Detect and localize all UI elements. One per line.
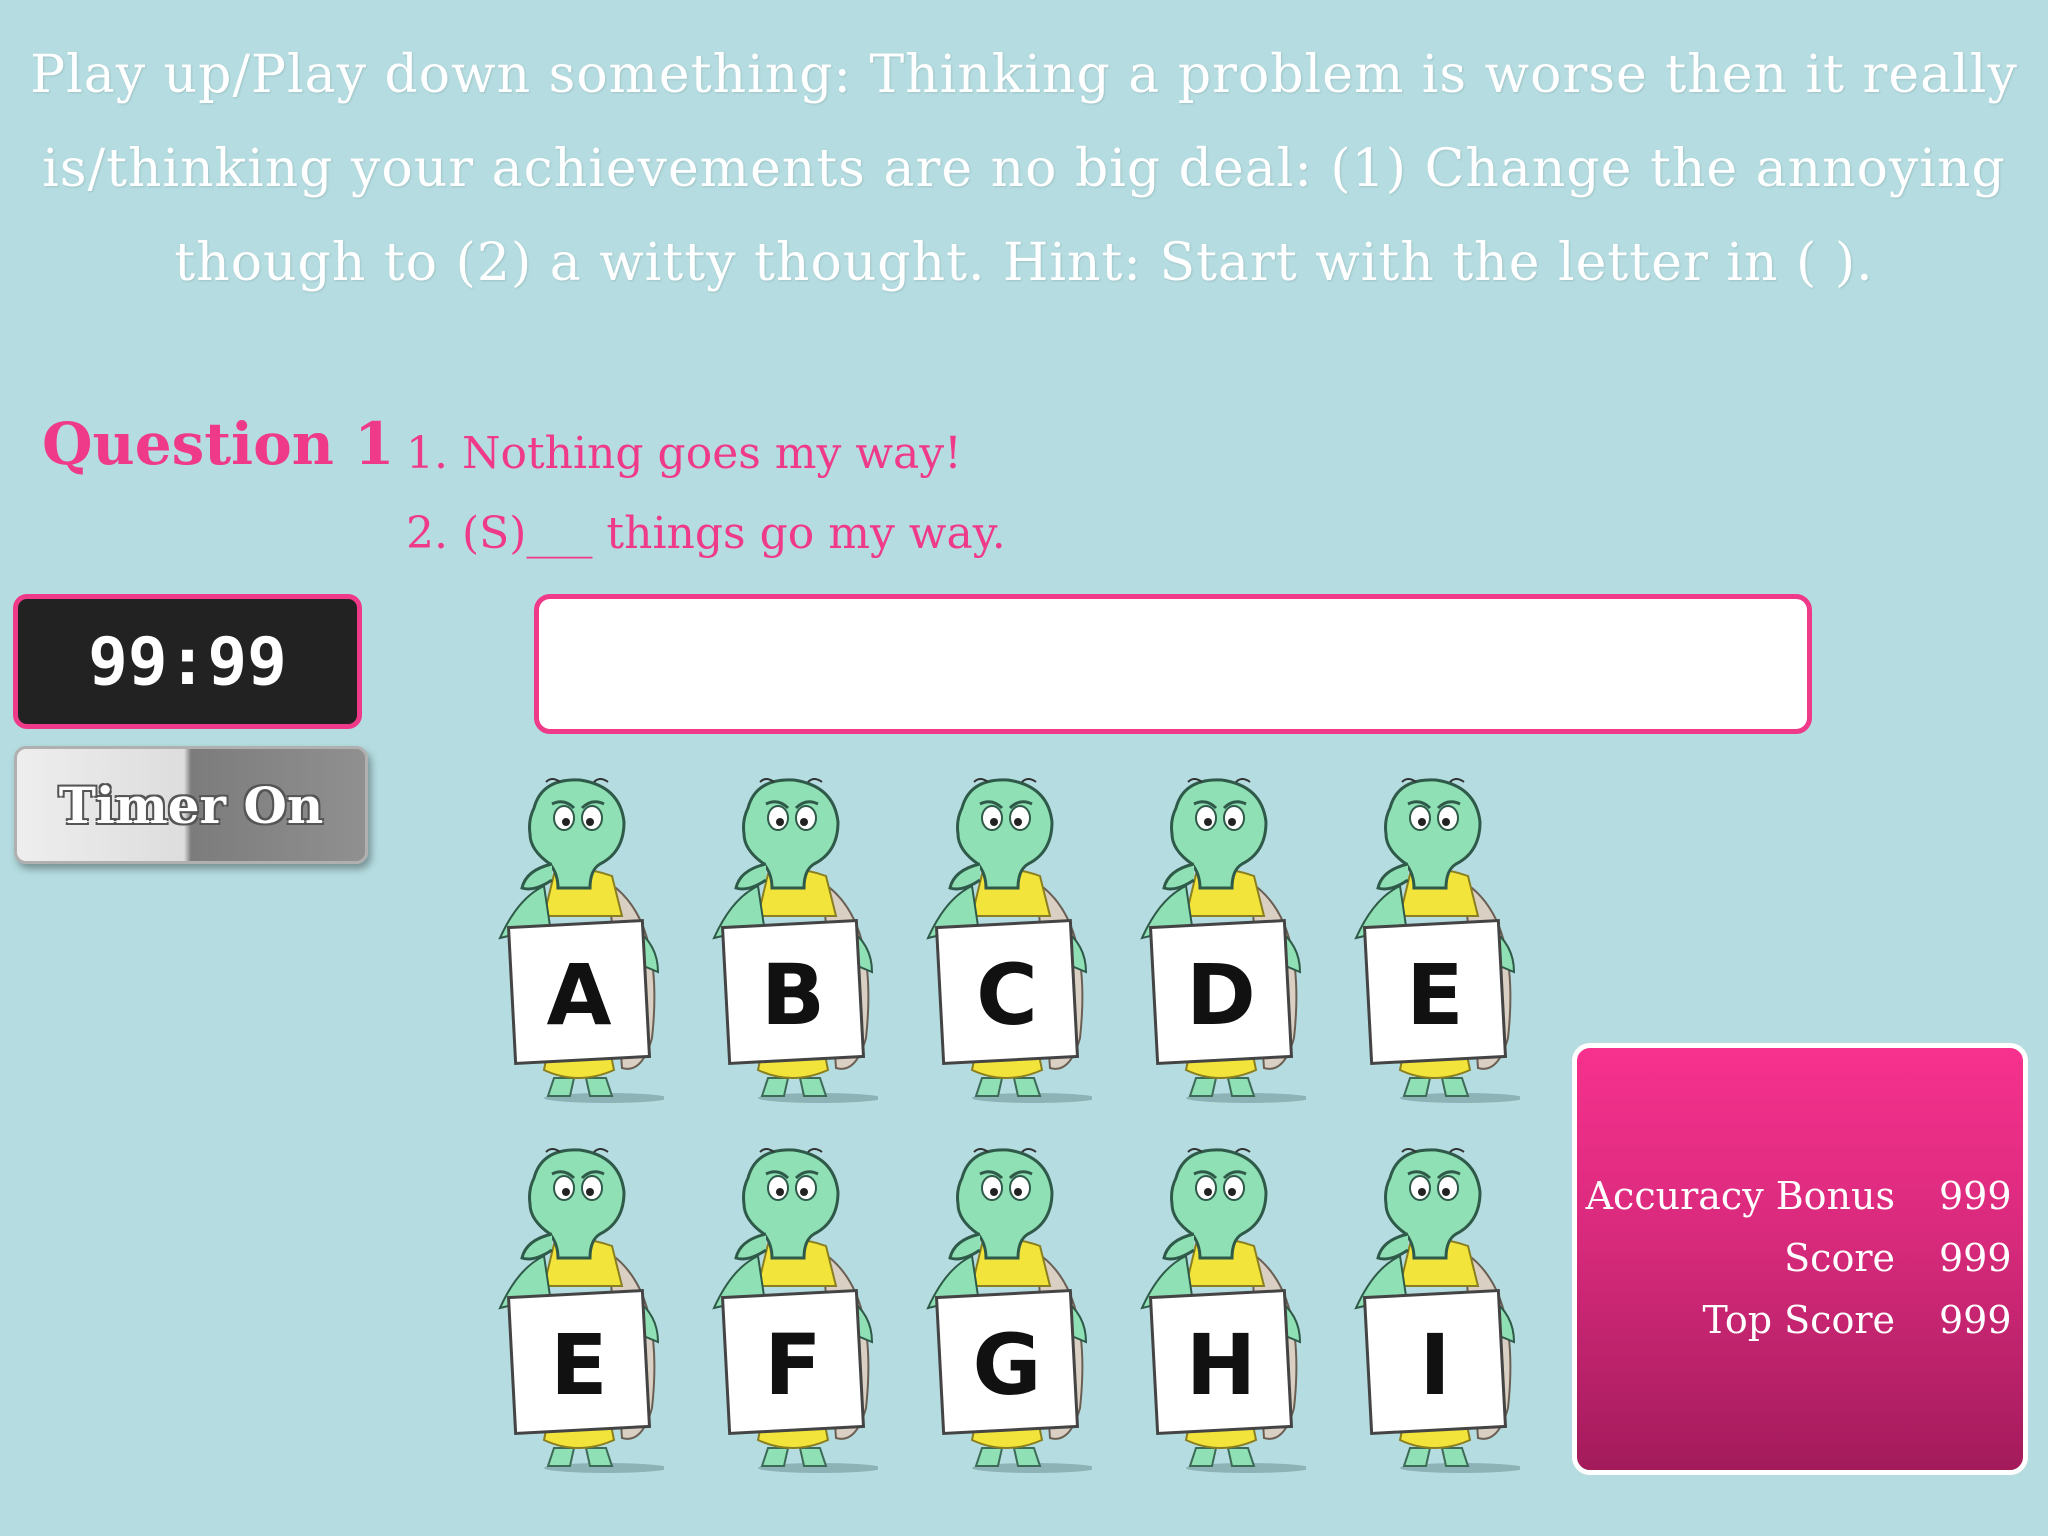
top-score-row: Top Score 999 — [1702, 1298, 2012, 1342]
question-label: Question 1 — [42, 410, 395, 478]
answer-input[interactable] — [534, 594, 1812, 734]
letter-option: I — [1419, 1316, 1451, 1414]
turtle-letter-card[interactable]: H — [1136, 1148, 1306, 1478]
accuracy-bonus-row: Accuracy Bonus 999 — [1585, 1174, 2012, 1218]
timer-toggle-label: Timer On — [58, 775, 324, 835]
timer-display: 99:99 — [13, 594, 362, 729]
letter-option: F — [764, 1316, 822, 1414]
letter-option: G — [972, 1316, 1042, 1414]
turtle-letter-card[interactable]: F — [708, 1148, 878, 1478]
letter-option: D — [1186, 946, 1256, 1044]
turtle-letter-card[interactable]: E — [494, 1148, 664, 1478]
prompt-line-annoying: 1. Nothing goes my way! — [406, 428, 962, 479]
letter-option: E — [1406, 946, 1464, 1044]
turtle-letter-card[interactable]: E — [1350, 778, 1520, 1108]
score-label: Score — [1784, 1236, 1895, 1280]
turtle-letter-card[interactable]: B — [708, 778, 878, 1108]
accuracy-bonus-value: 999 — [1939, 1174, 2012, 1218]
letter-option: H — [1185, 1316, 1257, 1414]
turtle-letter-card[interactable]: C — [922, 778, 1092, 1108]
instructions-text: Play up/Play down something: Thinking a … — [30, 45, 2018, 293]
top-score-value: 999 — [1939, 1298, 2012, 1342]
letter-option: E — [550, 1316, 608, 1414]
letter-option: B — [760, 946, 826, 1044]
score-row: Score 999 — [1784, 1236, 2012, 1280]
turtle-letter-card[interactable]: I — [1350, 1148, 1520, 1478]
timer-toggle-button[interactable]: Timer On — [14, 746, 368, 864]
prompt-line-witty: 2. (S)___ things go my way. — [406, 508, 1006, 559]
accuracy-bonus-label: Accuracy Bonus — [1585, 1174, 1895, 1218]
turtle-letter-card[interactable]: D — [1136, 778, 1306, 1108]
turtle-letter-card[interactable]: A — [494, 778, 664, 1108]
turtle-letter-card[interactable]: G — [922, 1148, 1092, 1478]
letter-option: C — [976, 946, 1038, 1044]
top-score-label: Top Score — [1702, 1298, 1895, 1342]
letter-option: A — [546, 946, 612, 1044]
score-panel: Accuracy Bonus 999 Score 999 Top Score 9… — [1572, 1043, 2028, 1475]
score-value: 999 — [1939, 1236, 2012, 1280]
